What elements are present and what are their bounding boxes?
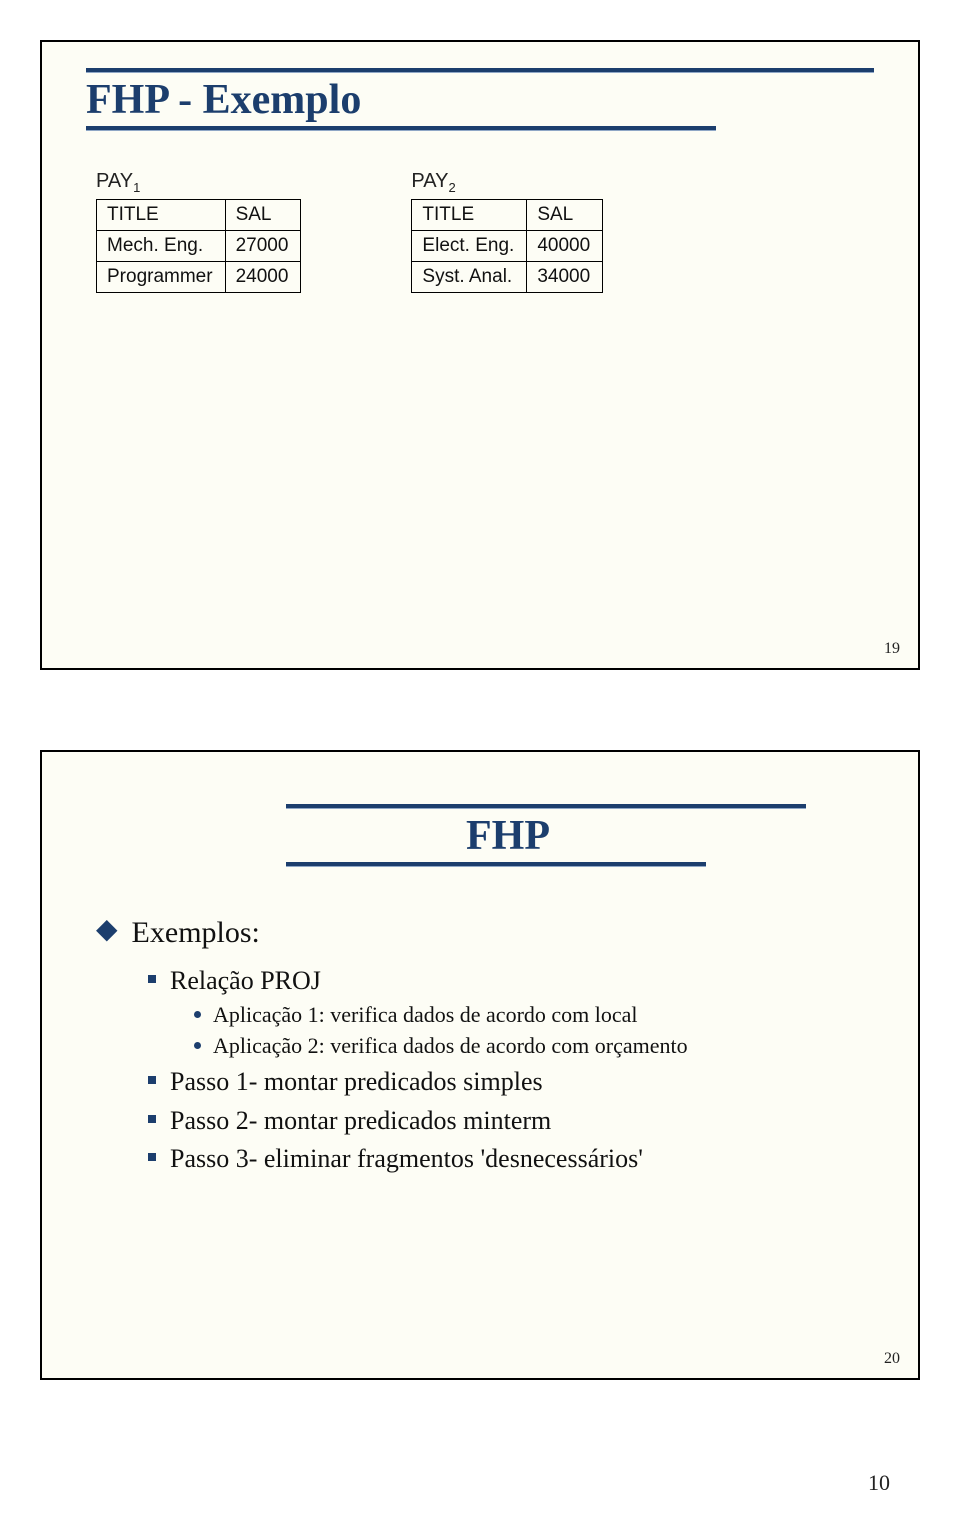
title-rule-bottom: [86, 126, 716, 130]
table-header-row: TITLE SAL: [97, 200, 301, 231]
title-rule-bottom: [286, 862, 706, 866]
table-name-base: PAY: [411, 170, 448, 192]
bullet-content: ◆ Exemplos: Relação PROJ Aplicação 1: ve…: [96, 916, 874, 1176]
bullet-text: Aplicação 2: verifica dados de acordo co…: [213, 1032, 688, 1061]
cell: Mech. Eng.: [97, 231, 226, 262]
col-header: TITLE: [97, 200, 226, 231]
slide-number: 19: [884, 640, 900, 658]
data-table: TITLE SAL Mech. Eng. 27000 Programmer 24…: [96, 199, 301, 293]
bullet-level2: Passo 3- eliminar fragmentos 'desnecessá…: [148, 1143, 874, 1176]
slide-2: FHP ◆ Exemplos: Relação PROJ Aplicação 1…: [40, 750, 920, 1380]
tables-row: PAY1 TITLE SAL Mech. Eng. 27000 Programm…: [96, 170, 874, 293]
table-pay2: PAY2 TITLE SAL Elect. Eng. 40000 Syst. A…: [411, 170, 603, 293]
table-pay1: PAY1 TITLE SAL Mech. Eng. 27000 Programm…: [96, 170, 301, 293]
bullet-level2: Passo 1- montar predicados simples: [148, 1066, 874, 1099]
title-block: FHP: [86, 804, 874, 866]
table-name: PAY2: [411, 170, 603, 195]
bullet-text: Relação PROJ: [170, 965, 321, 998]
table-name-sub: 2: [448, 180, 455, 195]
table-row: Syst. Anal. 34000: [412, 262, 603, 293]
diamond-icon: ◆: [96, 916, 118, 944]
square-icon: [148, 1153, 156, 1161]
bullet-text: Exemplos:: [132, 916, 260, 951]
table-row: Mech. Eng. 27000: [97, 231, 301, 262]
table-header-row: TITLE SAL: [412, 200, 603, 231]
bullet-level2: Relação PROJ: [148, 965, 874, 998]
bullet-text: Passo 3- eliminar fragmentos 'desnecessá…: [170, 1143, 643, 1176]
bullet-text: Passo 1- montar predicados simples: [170, 1066, 543, 1099]
bullet-level3: Aplicação 1: verifica dados de acordo co…: [194, 1001, 874, 1030]
dot-icon: [194, 1011, 201, 1018]
cell: Programmer: [97, 262, 226, 293]
col-header: TITLE: [412, 200, 527, 231]
title-block: FHP - Exemplo: [86, 68, 874, 130]
document-page-number: 10: [30, 1460, 930, 1496]
square-icon: [148, 1115, 156, 1123]
data-table: TITLE SAL Elect. Eng. 40000 Syst. Anal. …: [411, 199, 603, 293]
cell: 24000: [225, 262, 301, 293]
cell: 27000: [225, 231, 301, 262]
bullet-level2: Passo 2- montar predicados minterm: [148, 1105, 874, 1138]
table-name-sub: 1: [133, 180, 140, 195]
bullet-level3: Aplicação 2: verifica dados de acordo co…: [194, 1032, 874, 1061]
square-icon: [148, 975, 156, 983]
col-header: SAL: [527, 200, 603, 231]
cell: Syst. Anal.: [412, 262, 527, 293]
cell: 34000: [527, 262, 603, 293]
bullet-text: Aplicação 1: verifica dados de acordo co…: [213, 1001, 638, 1030]
bullet-level1: ◆ Exemplos:: [96, 916, 874, 951]
slide-number: 20: [884, 1350, 900, 1368]
dot-icon: [194, 1042, 201, 1049]
table-name-base: PAY: [96, 170, 133, 192]
table-row: Elect. Eng. 40000: [412, 231, 603, 262]
col-header: SAL: [225, 200, 301, 231]
cell: Elect. Eng.: [412, 231, 527, 262]
table-row: Programmer 24000: [97, 262, 301, 293]
slide-1: FHP - Exemplo PAY1 TITLE SAL Mech. Eng. …: [40, 40, 920, 670]
slide-title: FHP - Exemplo: [86, 72, 874, 126]
table-name: PAY1: [96, 170, 301, 195]
slide-title: FHP: [286, 808, 874, 862]
square-icon: [148, 1076, 156, 1084]
cell: 40000: [527, 231, 603, 262]
bullet-text: Passo 2- montar predicados minterm: [170, 1105, 551, 1138]
